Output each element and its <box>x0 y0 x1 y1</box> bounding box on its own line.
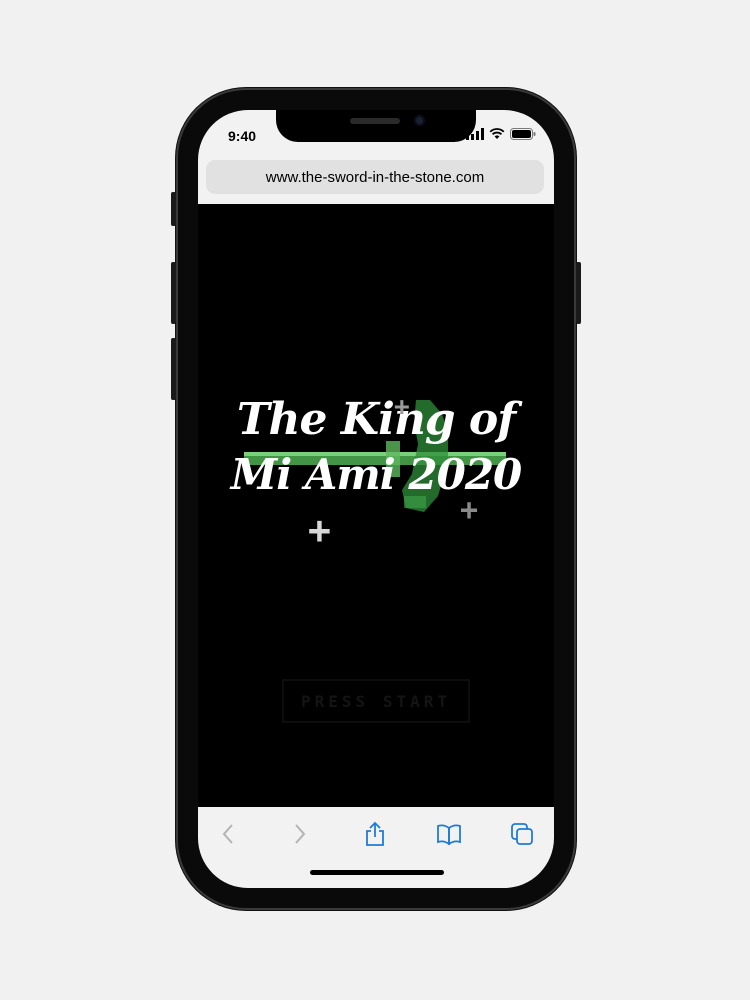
sparkle-icon: + <box>394 392 410 422</box>
volume-down-button <box>171 338 176 400</box>
power-button <box>576 262 581 324</box>
sparkle-icon: + <box>308 508 331 552</box>
safari-toolbar <box>198 807 554 888</box>
notch <box>276 110 476 142</box>
mockup-stage: 9:40 www.the-sword-in-the-stone.com The … <box>0 0 750 1000</box>
url-bar[interactable]: www.the-sword-in-the-stone.com <box>206 160 544 194</box>
chevron-right-icon <box>295 824 306 844</box>
wifi-icon <box>489 128 505 139</box>
title-line-2: Mi Ami 2020 <box>230 450 523 499</box>
bookmarks-button[interactable] <box>431 819 467 849</box>
game-viewport[interactable]: The King of Mi Ami 2020 + + + PRESS STAR… <box>198 204 554 807</box>
book-icon <box>437 824 461 845</box>
battery-icon <box>510 128 536 140</box>
cellular-signal-icon <box>466 128 484 140</box>
sparkle-icon: + <box>460 493 479 528</box>
phone-screen: 9:40 www.the-sword-in-the-stone.com The … <box>198 110 554 888</box>
title-line-1: The King of <box>236 394 516 445</box>
url-text: www.the-sword-in-the-stone.com <box>265 168 485 186</box>
status-time: 9:40 <box>228 128 257 144</box>
press-start-button[interactable]: PRESS START <box>282 679 470 723</box>
safari-top-bar: 9:40 www.the-sword-in-the-stone.com <box>198 110 554 204</box>
back-button[interactable] <box>210 819 246 849</box>
game-title-logo: The King of Mi Ami 2020 <box>198 364 554 534</box>
status-icons <box>466 128 536 140</box>
silent-switch <box>171 192 176 226</box>
forward-button[interactable] <box>282 819 318 849</box>
tabs-icon <box>511 823 533 845</box>
share-button[interactable] <box>357 819 393 849</box>
home-indicator[interactable] <box>310 870 444 875</box>
share-icon <box>366 821 384 846</box>
front-camera <box>414 115 425 126</box>
earpiece-speaker <box>350 118 400 124</box>
volume-up-button <box>171 262 176 324</box>
chevron-left-icon <box>222 824 233 844</box>
tabs-button[interactable] <box>504 819 540 849</box>
